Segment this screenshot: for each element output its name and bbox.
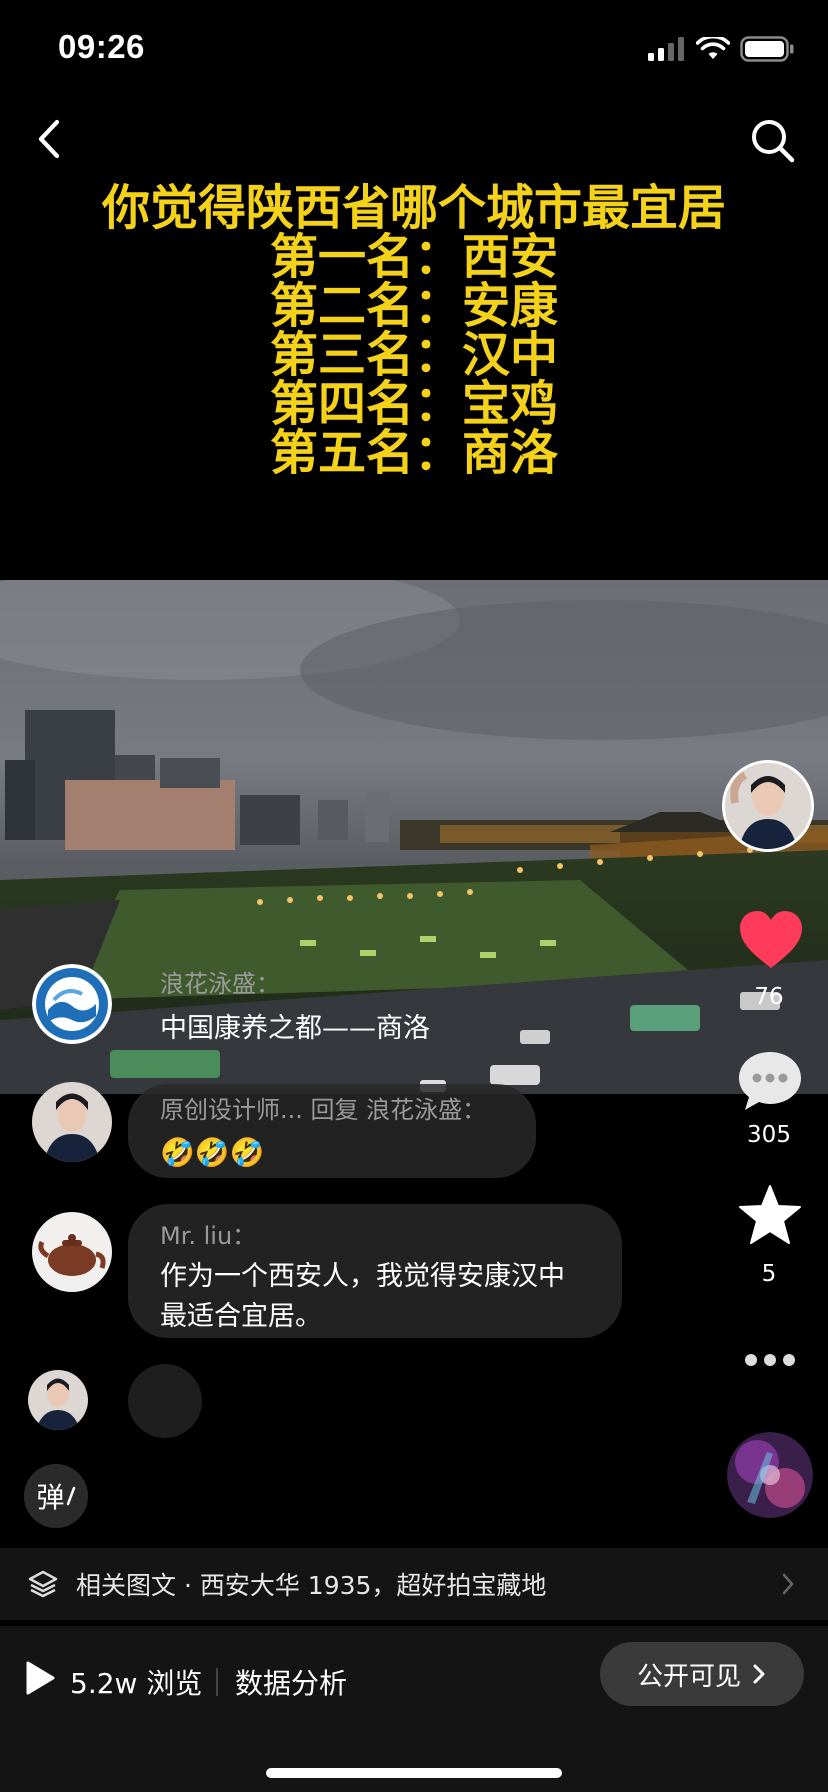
creator-avatar-image <box>725 763 811 849</box>
comment-count: 305 <box>747 1122 791 1148</box>
search-icon <box>752 120 795 163</box>
music-disc[interactable] <box>727 1432 813 1518</box>
headline-line: 第五名：商洛 <box>269 425 558 481</box>
headline-line: 第一名：西安 <box>269 229 558 285</box>
teapot-avatar-image <box>32 1212 112 1292</box>
heart-icon <box>740 911 802 968</box>
headline-text: 你觉得陕西省哪个城市最宜居 第一名：西安 第二名：安康 第三名：汉中 第四名：宝… <box>0 184 828 478</box>
status-icons <box>648 36 794 62</box>
cellular-signal-icon <box>648 37 684 61</box>
comment-bubble-icon <box>739 1052 801 1110</box>
comment-text: 中国康养之都——商洛 <box>160 1013 430 1044</box>
more-button[interactable] <box>744 1350 796 1374</box>
my-avatar[interactable] <box>28 1370 88 1430</box>
creator-avatar[interactable] <box>722 760 814 852</box>
comment-author: 原创设计师... 回复 浪花泳盛： <box>160 1096 487 1124</box>
commenter-avatar[interactable] <box>32 964 112 1044</box>
related-post-text: 相关图文 · 西安大华 1935，超好拍宝藏地 <box>76 1571 547 1600</box>
like-count: 76 <box>754 984 784 1010</box>
danmaku-label: 弹 <box>36 1481 65 1514</box>
views-button[interactable] <box>24 1660 56 1700</box>
chevron-right-icon <box>782 1573 794 1595</box>
battery-icon <box>740 36 794 62</box>
chevron-left-icon <box>38 119 60 159</box>
favorite-count: 5 <box>761 1261 777 1287</box>
search-button[interactable] <box>748 116 798 166</box>
creator-avatar-image <box>32 1082 112 1162</box>
comment-bubble[interactable]: Mr. liu： 作为一个西安人，我觉得安康汉中最适合宜居。 <box>128 1204 622 1338</box>
visibility-label: 公开可见 <box>636 1661 741 1692</box>
headline-line: 第二名：安康 <box>269 278 558 334</box>
commenter-avatar[interactable] <box>32 1082 112 1162</box>
headline-line: 第四名：宝鸡 <box>269 376 558 432</box>
comment-input-bubble[interactable] <box>128 1364 202 1438</box>
comment-author: Mr. liu： <box>160 1222 257 1250</box>
visibility-button[interactable]: 公开可见 <box>600 1642 804 1706</box>
commenter-avatar[interactable] <box>32 1212 112 1292</box>
status-time: 09:26 <box>58 28 145 65</box>
play-icon <box>26 1661 55 1695</box>
danmaku-slash-icon <box>66 1486 75 1506</box>
comment-text: 🤣🤣🤣 <box>160 1136 265 1169</box>
data-analysis-link[interactable]: 数据分析 <box>235 1662 347 1702</box>
comment-author: 浪花泳盛： <box>160 970 280 998</box>
comment-text: 作为一个西安人，我觉得安康汉中最适合宜居。 <box>160 1261 565 1332</box>
home-indicator <box>266 1768 562 1778</box>
wifi-icon <box>696 37 730 59</box>
star-icon <box>739 1185 801 1244</box>
danmaku-toggle[interactable]: 弹 <box>24 1464 88 1528</box>
like-button[interactable] <box>738 910 804 974</box>
music-disc-image <box>727 1432 813 1518</box>
related-post-link[interactable]: 相关图文 · 西安大华 1935，超好拍宝藏地 <box>0 1548 828 1620</box>
layers-icon <box>28 1570 58 1598</box>
back-button[interactable] <box>30 114 70 164</box>
more-dots-icon <box>745 1354 795 1366</box>
creator-avatar-image <box>28 1370 88 1430</box>
views-count[interactable]: 5.2w 浏览 <box>70 1662 202 1702</box>
comment-bubble[interactable]: 原创设计师... 回复 浪花泳盛： 🤣🤣🤣 <box>128 1084 536 1178</box>
headline-line: 第三名：汉中 <box>269 327 558 383</box>
headline-line: 你觉得陕西省哪个城市最宜居 <box>101 180 726 236</box>
favorite-button[interactable] <box>738 1184 802 1250</box>
commenter-logo-image <box>32 964 112 1044</box>
comment-button[interactable] <box>737 1050 803 1116</box>
chevron-right-icon <box>753 1664 765 1684</box>
divider <box>216 1668 218 1696</box>
comment-1: 浪花泳盛： 中国康养之都——商洛 <box>160 964 430 1049</box>
